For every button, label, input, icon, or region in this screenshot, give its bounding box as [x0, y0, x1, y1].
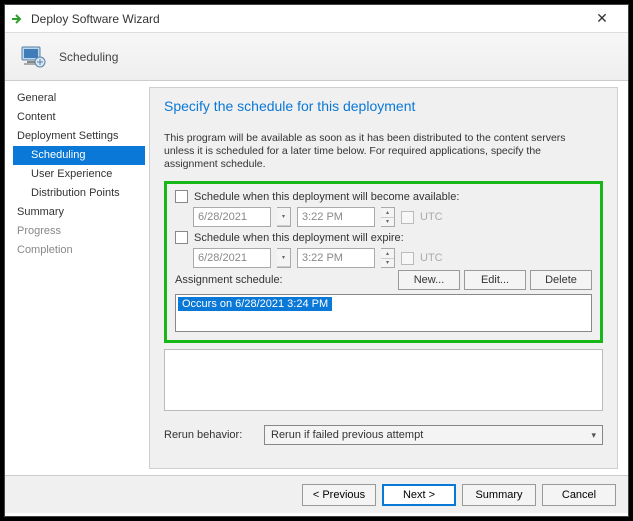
header-label: Scheduling — [59, 50, 118, 64]
computer-icon — [17, 41, 49, 73]
next-button[interactable]: Next > — [382, 484, 456, 506]
secondary-listbox[interactable] — [164, 349, 603, 411]
nav-sidebar: General Content Deployment Settings Sche… — [5, 81, 145, 475]
previous-button[interactable]: < Previous — [302, 484, 376, 506]
nav-general[interactable]: General — [13, 89, 145, 108]
delete-button[interactable]: Delete — [530, 270, 592, 290]
page-title: Specify the schedule for this deployment — [164, 98, 603, 114]
available-utc-checkbox — [401, 211, 414, 224]
available-date-picker-icon[interactable]: ▾ — [277, 207, 291, 227]
rerun-label: Rerun behavior: — [164, 429, 254, 441]
title-bar: Deploy Software Wizard ✕ — [5, 5, 628, 33]
available-label: Schedule when this deployment will becom… — [194, 191, 459, 203]
summary-button[interactable]: Summary — [462, 484, 536, 506]
edit-button[interactable]: Edit... — [464, 270, 526, 290]
expire-date-picker-icon[interactable]: ▾ — [277, 248, 291, 268]
expire-time-input[interactable]: 3:22 PM — [297, 248, 375, 268]
rerun-dropdown[interactable]: Rerun if failed previous attempt ▾ — [264, 425, 603, 445]
intro-text: This program will be available as soon a… — [164, 132, 603, 171]
nav-user-experience[interactable]: User Experience — [13, 165, 145, 184]
available-date-input[interactable]: 6/28/2021 — [193, 207, 271, 227]
nav-distribution-points[interactable]: Distribution Points — [13, 184, 145, 203]
expire-date-input[interactable]: 6/28/2021 — [193, 248, 271, 268]
nav-deployment-settings[interactable]: Deployment Settings — [13, 127, 145, 146]
wizard-window: Deploy Software Wizard ✕ Scheduling Gene… — [4, 4, 629, 517]
expire-utc-checkbox — [401, 252, 414, 265]
expire-utc-label: UTC — [420, 252, 443, 264]
expire-time-spinner[interactable]: ▴▾ — [381, 248, 395, 268]
app-arrow-icon — [11, 12, 25, 26]
assignment-listbox[interactable]: Occurs on 6/28/2021 3:24 PM — [175, 294, 592, 332]
highlight-section: Schedule when this deployment will becom… — [164, 181, 603, 343]
expire-checkbox[interactable] — [175, 231, 188, 244]
nav-summary[interactable]: Summary — [13, 203, 145, 222]
wizard-footer: < Previous Next > Summary Cancel — [5, 475, 628, 513]
nav-content[interactable]: Content — [13, 108, 145, 127]
window-title: Deploy Software Wizard — [31, 12, 582, 26]
chevron-down-icon: ▾ — [591, 430, 596, 441]
available-time-spinner[interactable]: ▴▾ — [381, 207, 395, 227]
available-utc-label: UTC — [420, 211, 443, 223]
available-checkbox[interactable] — [175, 190, 188, 203]
schedule-item[interactable]: Occurs on 6/28/2021 3:24 PM — [178, 297, 332, 311]
content-panel: Specify the schedule for this deployment… — [149, 87, 618, 469]
new-button[interactable]: New... — [398, 270, 460, 290]
cancel-button[interactable]: Cancel — [542, 484, 616, 506]
expire-label: Schedule when this deployment will expir… — [194, 232, 404, 244]
nav-scheduling[interactable]: Scheduling — [13, 146, 145, 165]
nav-completion: Completion — [13, 241, 145, 260]
rerun-value: Rerun if failed previous attempt — [271, 429, 423, 441]
nav-progress: Progress — [13, 222, 145, 241]
available-time-input[interactable]: 3:22 PM — [297, 207, 375, 227]
wizard-header: Scheduling — [5, 33, 628, 81]
close-button[interactable]: ✕ — [582, 7, 622, 31]
